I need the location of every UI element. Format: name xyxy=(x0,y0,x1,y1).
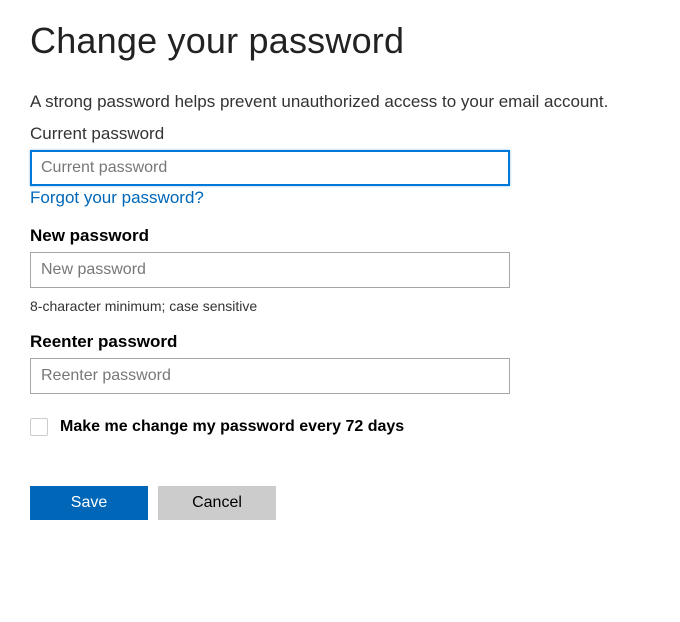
new-password-label: New password xyxy=(30,226,650,246)
save-button[interactable]: Save xyxy=(30,486,148,520)
cancel-button[interactable]: Cancel xyxy=(158,486,276,520)
forgot-password-link[interactable]: Forgot your password? xyxy=(30,188,204,208)
button-row: Save Cancel xyxy=(30,486,650,520)
force-change-checkbox[interactable] xyxy=(30,418,48,436)
reenter-password-group: Reenter password xyxy=(30,332,650,394)
checkbox-row: Make me change my password every 72 days xyxy=(30,418,650,436)
description-text: A strong password helps prevent unauthor… xyxy=(30,92,650,112)
new-password-input[interactable] xyxy=(30,252,510,288)
new-password-group: New password 8-character minimum; case s… xyxy=(30,226,650,314)
force-change-checkbox-label[interactable]: Make me change my password every 72 days xyxy=(60,418,404,436)
current-password-label: Current password xyxy=(30,124,650,144)
current-password-input[interactable] xyxy=(30,150,510,186)
current-password-group: Current password Forgot your password? xyxy=(30,124,650,208)
page-title: Change your password xyxy=(30,20,650,62)
reenter-password-label: Reenter password xyxy=(30,332,650,352)
reenter-password-input[interactable] xyxy=(30,358,510,394)
password-hint: 8-character minimum; case sensitive xyxy=(30,298,650,314)
